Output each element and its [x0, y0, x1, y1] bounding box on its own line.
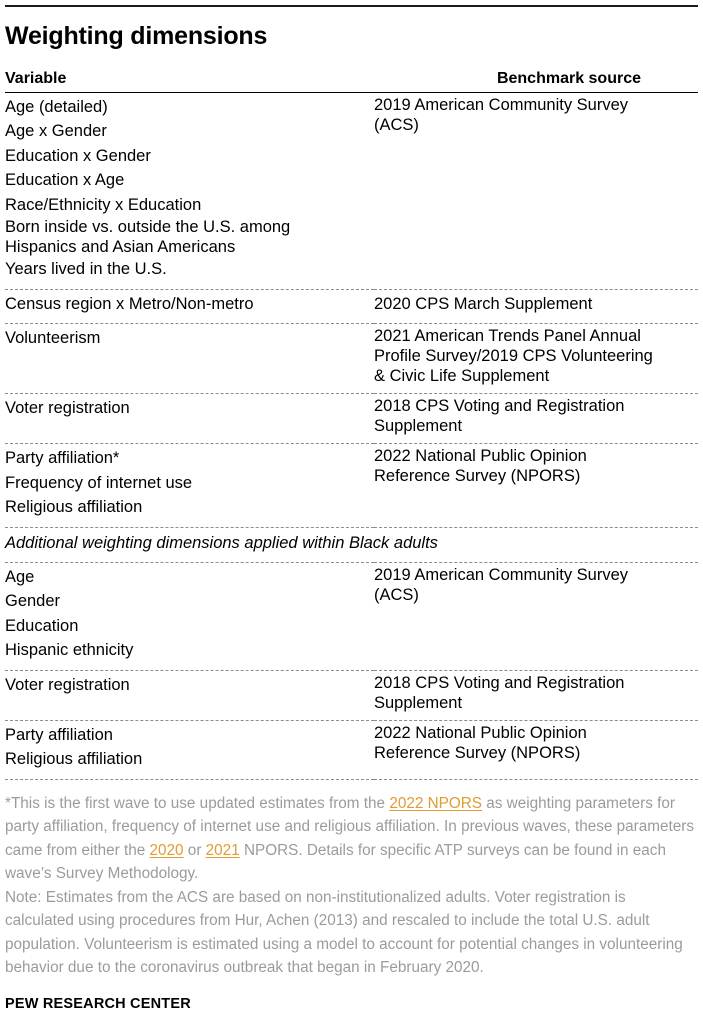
source-line: Profile Survey/2019 CPS Volunteering	[374, 347, 653, 366]
table-row: Age (detailed) Age x Gender Education x …	[5, 92, 698, 289]
footnote-text-part1: *This is the first wave to use updated e…	[5, 794, 390, 812]
variable-line: Age	[5, 567, 35, 586]
benchmark-source-cell: 2018 CPS Voting and Registration Supplem…	[374, 669, 698, 721]
source-line: 2019 American Community Survey	[374, 565, 629, 584]
page-title: Weighting dimensions	[5, 22, 268, 50]
benchmark-source-cell: 2019 American Community Survey (ACS)	[374, 92, 698, 289]
table-row: Census region x Metro/Non-metro 2020 CPS…	[5, 288, 698, 324]
variable-cell: Voter registration	[5, 669, 374, 721]
variable-line: Race/Ethnicity x Education	[5, 195, 202, 214]
top-divider	[5, 5, 698, 7]
variable-cell: Age Gender Education Hispanic ethnicity	[5, 561, 374, 671]
benchmark-source-cell: 2019 American Community Survey (ACS)	[374, 561, 698, 671]
variable-line: Volunteerism	[5, 329, 101, 348]
variable-line: Hispanics and Asian Americans	[5, 238, 236, 257]
table-row: Age Gender Education Hispanic ethnicity …	[5, 561, 698, 671]
table-row: Party affiliation* Frequency of internet…	[5, 443, 698, 528]
footnote-asterisk: *This is the first wave to use updated e…	[5, 792, 698, 886]
benchmark-source-cell: 2018 CPS Voting and Registration Supplem…	[374, 393, 698, 444]
variable-line: Voter registration	[5, 399, 130, 418]
benchmark-source-cell: 2022 National Public Opinion Reference S…	[374, 719, 698, 780]
table-body: Age (detailed) Age x Gender Education x …	[5, 92, 698, 780]
variable-line: Religious affiliation	[5, 498, 143, 517]
table-row: Voter registration 2018 CPS Voting and R…	[5, 669, 698, 721]
variable-cell: Party affiliation Religious affiliation	[5, 719, 374, 780]
table-row: Voter registration 2018 CPS Voting and R…	[5, 393, 698, 444]
source-line: 2019 American Community Survey	[374, 95, 629, 114]
variable-line: Age x Gender	[5, 122, 107, 141]
section-subheading-row: Additional weighting dimensions applied …	[5, 526, 698, 563]
figure-container: Weighting dimensions Variable Benchmark …	[0, 5, 703, 1029]
benchmark-source-cell: 2021 American Trends Panel Annual Profil…	[374, 323, 698, 394]
variable-cell: Volunteerism	[5, 323, 374, 394]
source-line: 2022 National Public Opinion	[374, 447, 587, 466]
table-row: Party affiliation Religious affiliation …	[5, 719, 698, 780]
source-line: 2018 CPS Voting and Registration	[374, 673, 625, 692]
variable-line: Education x Age	[5, 171, 125, 190]
source-line: Reference Survey (NPORS)	[374, 467, 581, 486]
source-line: Reference Survey (NPORS)	[374, 743, 581, 762]
source-line: 2022 National Public Opinion	[374, 723, 587, 742]
variable-line: Voter registration	[5, 675, 130, 694]
footnotes: *This is the first wave to use updated e…	[5, 792, 698, 980]
source-line: (ACS)	[374, 115, 419, 134]
variable-cell: Census region x Metro/Non-metro	[5, 288, 374, 324]
column-header-variable: Variable	[5, 69, 67, 87]
variable-line: Hispanic ethnicity	[5, 641, 134, 660]
link-2021[interactable]: 2021	[206, 842, 240, 859]
variable-line: Years lived in the U.S.	[5, 260, 167, 279]
source-line: 2020 CPS March Supplement	[374, 294, 593, 313]
variable-cell: Age (detailed) Age x Gender Education x …	[5, 92, 374, 289]
variable-line: Gender	[5, 592, 61, 611]
variable-line: Frequency of internet use	[5, 473, 193, 492]
source-line: & Civic Life Supplement	[374, 367, 550, 386]
weighting-dimensions-table: Variable Benchmark source Age (detailed)…	[5, 70, 698, 780]
variable-line: Education x Gender	[5, 146, 151, 165]
variable-line: Education	[5, 616, 79, 635]
variable-line: Born inside vs. outside the U.S. among	[5, 218, 291, 237]
variable-line: Census region x Metro/Non-metro	[5, 294, 254, 313]
column-header-benchmark-source: Benchmark source	[496, 69, 641, 87]
benchmark-source-cell: 2022 National Public Opinion Reference S…	[374, 443, 698, 528]
section-subheading: Additional weighting dimensions applied …	[5, 526, 698, 563]
table-row: Volunteerism 2021 American Trends Panel …	[5, 323, 698, 394]
source-line: Supplement	[374, 693, 463, 712]
link-2020[interactable]: 2020	[150, 842, 184, 859]
table-header-row: Variable Benchmark source	[5, 70, 698, 92]
variable-cell: Party affiliation* Frequency of internet…	[5, 443, 374, 528]
table-bottom-rule-cell	[5, 779, 698, 780]
variable-line: Party affiliation*	[5, 449, 120, 468]
variable-cell: Voter registration	[5, 393, 374, 444]
footnote-note: Note: Estimates from the ACS are based o…	[5, 888, 683, 977]
source-line: Supplement	[374, 417, 463, 436]
source-line: (ACS)	[374, 585, 419, 604]
footnote-text-part3: or	[183, 841, 206, 859]
table-header: Variable Benchmark source	[5, 70, 698, 93]
variable-line: Age (detailed)	[5, 97, 108, 116]
source-org: PEW RESEARCH CENTER	[5, 995, 191, 1012]
variable-line: Party affiliation	[5, 725, 113, 744]
source-line: 2021 American Trends Panel Annual	[374, 327, 641, 346]
link-2022-npors[interactable]: 2022 NPORS	[389, 795, 482, 812]
table-bottom-rule	[5, 779, 698, 780]
variable-line: Religious affiliation	[5, 750, 143, 769]
benchmark-source-cell: 2020 CPS March Supplement	[374, 288, 698, 324]
source-line: 2018 CPS Voting and Registration	[374, 397, 625, 416]
